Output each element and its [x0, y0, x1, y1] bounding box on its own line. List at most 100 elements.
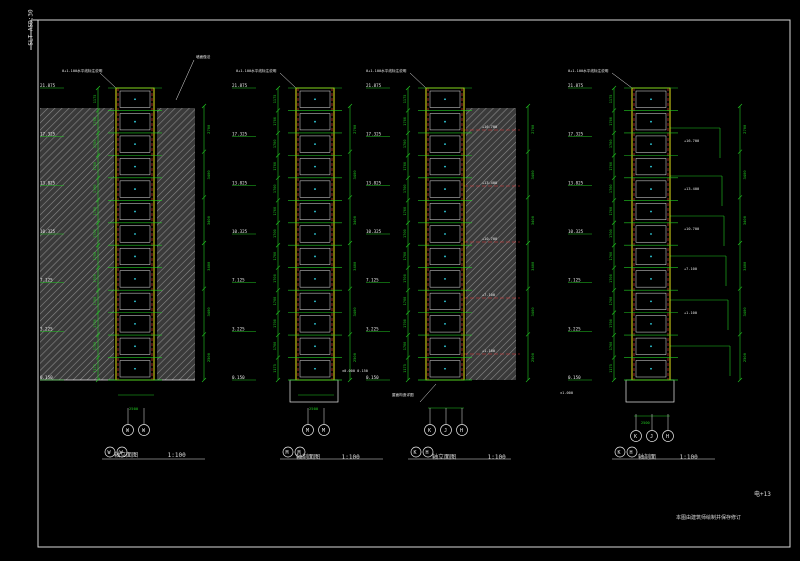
foundation	[625, 379, 675, 403]
floor-dim-label: 1700	[93, 342, 97, 351]
right-dim-label: 3400	[742, 215, 747, 225]
elevation-label: 21.875	[568, 83, 584, 88]
elevation-label: 10.325	[366, 229, 382, 234]
floor-dim-label: 1700	[609, 184, 613, 193]
axis-bubble-label: H	[666, 434, 669, 440]
floor-dim-label: 1700	[273, 207, 277, 216]
axis-bubble-label: W	[126, 428, 130, 434]
window-marker	[444, 367, 446, 370]
axis-bubble-label: W	[142, 428, 146, 434]
window-marker	[134, 367, 136, 370]
panel-1: 1175 1700 1700 1700 1700 1700 1700 1700 1700 1700…	[40, 54, 211, 460]
elevation-label: 13.825	[366, 180, 382, 185]
window-marker	[134, 188, 136, 190]
window-marker	[314, 278, 316, 280]
window-marker	[444, 98, 446, 101]
window-marker	[314, 255, 316, 258]
elevation-label: 17.325	[40, 132, 56, 137]
window-marker	[650, 367, 652, 370]
window-marker	[650, 322, 652, 325]
panel-title-1: 轴立面图 1:100	[114, 450, 186, 459]
floor-dim-label: 1700	[93, 139, 97, 148]
floor-dim-label: 1700	[609, 319, 613, 328]
axis-bubble-label: M	[306, 428, 309, 434]
window-marker	[314, 188, 316, 190]
right-dim-label: 2500	[530, 352, 535, 362]
window-marker	[134, 143, 136, 146]
right-dim-label: 3400	[206, 170, 211, 180]
window-marker	[650, 143, 652, 146]
window-marker	[650, 210, 652, 213]
bottom-dim-label: 2500	[309, 406, 319, 411]
sheet-side-label: SLT-ASD:30	[27, 9, 39, 50]
side-note-leader	[419, 383, 437, 403]
elevation-label: 0.150	[40, 375, 53, 380]
mid-level-label: +7.100	[482, 293, 495, 297]
right-dim-label: 2700	[742, 124, 747, 134]
floor-dim-label: 1175	[273, 95, 277, 104]
elevation-label: 13.825	[40, 180, 56, 185]
right-dim-label: 3400	[352, 215, 357, 225]
title-axis-label: K	[414, 450, 417, 456]
hatch-right	[466, 108, 516, 380]
building-p1	[108, 87, 162, 381]
right-dim-label: 2500	[742, 352, 747, 362]
side-note-leader	[175, 59, 195, 101]
floor-dim-label: 1700	[273, 139, 277, 148]
right-dim-label: 3400	[352, 307, 357, 317]
elevation-label: 7.125	[366, 278, 379, 283]
floor-dim-label: 1700	[273, 297, 277, 306]
window-marker	[444, 120, 446, 123]
right-dim-label: 3400	[206, 261, 211, 271]
title-text: 轴立面图	[114, 452, 139, 459]
window-marker	[444, 300, 446, 303]
title-axis-label: K	[618, 450, 621, 456]
elevation-label: 13.825	[232, 180, 248, 185]
floor-dim-label: 1700	[609, 117, 613, 126]
right-dim-label: 2700	[206, 124, 211, 134]
floor-dim-label: 1700	[609, 297, 613, 306]
mid-level-label: +13.400	[482, 181, 497, 185]
right-dim-label: 3400	[530, 307, 535, 317]
window-marker	[444, 322, 446, 325]
floor-dim-label: 1175	[609, 95, 613, 104]
elevation-label: 17.325	[232, 132, 248, 137]
floor-dim-label: 1700	[609, 252, 613, 261]
window-marker	[650, 278, 652, 280]
window-marker	[314, 345, 316, 348]
window-marker	[134, 300, 136, 303]
floor-dim-label: 1700	[403, 274, 407, 283]
scale-text: 1:100	[167, 452, 186, 459]
top-note: 0+1.100水平线标注说明	[366, 68, 407, 73]
floor-dim-label: 1175	[273, 364, 277, 373]
title-text: 轴剖面	[638, 454, 657, 461]
floor-dim-label: 1700	[273, 117, 277, 126]
window-marker	[134, 278, 136, 280]
drawing-sheet: 1175 1700 1700 1700 1700 1700 1700 1700 1700 1700…	[30, 19, 791, 548]
elevation-label: 0.150	[366, 375, 379, 380]
mid-level-label: +16.700	[482, 125, 497, 129]
top-note-leader	[409, 72, 427, 89]
floor-dim-label: 1700	[273, 274, 277, 283]
scale-text: 1:100	[487, 454, 506, 461]
window-marker	[314, 367, 316, 370]
mid-level-label: +10.700	[684, 227, 699, 231]
bottom-dim-label: 2500	[129, 406, 139, 411]
floor-dim-label: 1175	[609, 364, 613, 373]
window-marker	[314, 233, 316, 235]
elevation-label: 3.225	[232, 326, 245, 331]
window-marker	[134, 322, 136, 325]
scale-text: 1:100	[341, 454, 360, 461]
window-marker	[314, 143, 316, 146]
mid-level-label: +1.100	[684, 311, 697, 315]
panel-3: 1175 1700 1700 1700 1700 1700 1700 1700 1700 1700…	[366, 68, 535, 460]
mid-level-label: +7.100	[684, 267, 697, 271]
elevation-label: 0.150	[232, 375, 245, 380]
mid-level-label: +16.700	[684, 139, 699, 143]
footer-note: 本图由建筑师绘制并保存修订	[676, 515, 742, 521]
title-axis-label: M	[286, 450, 289, 456]
axis-bubble-label: K	[634, 434, 637, 440]
right-dim-label: 3400	[352, 170, 357, 180]
elevation-label: 10.325	[568, 229, 584, 234]
floor-dim-label: 1700	[93, 252, 97, 261]
